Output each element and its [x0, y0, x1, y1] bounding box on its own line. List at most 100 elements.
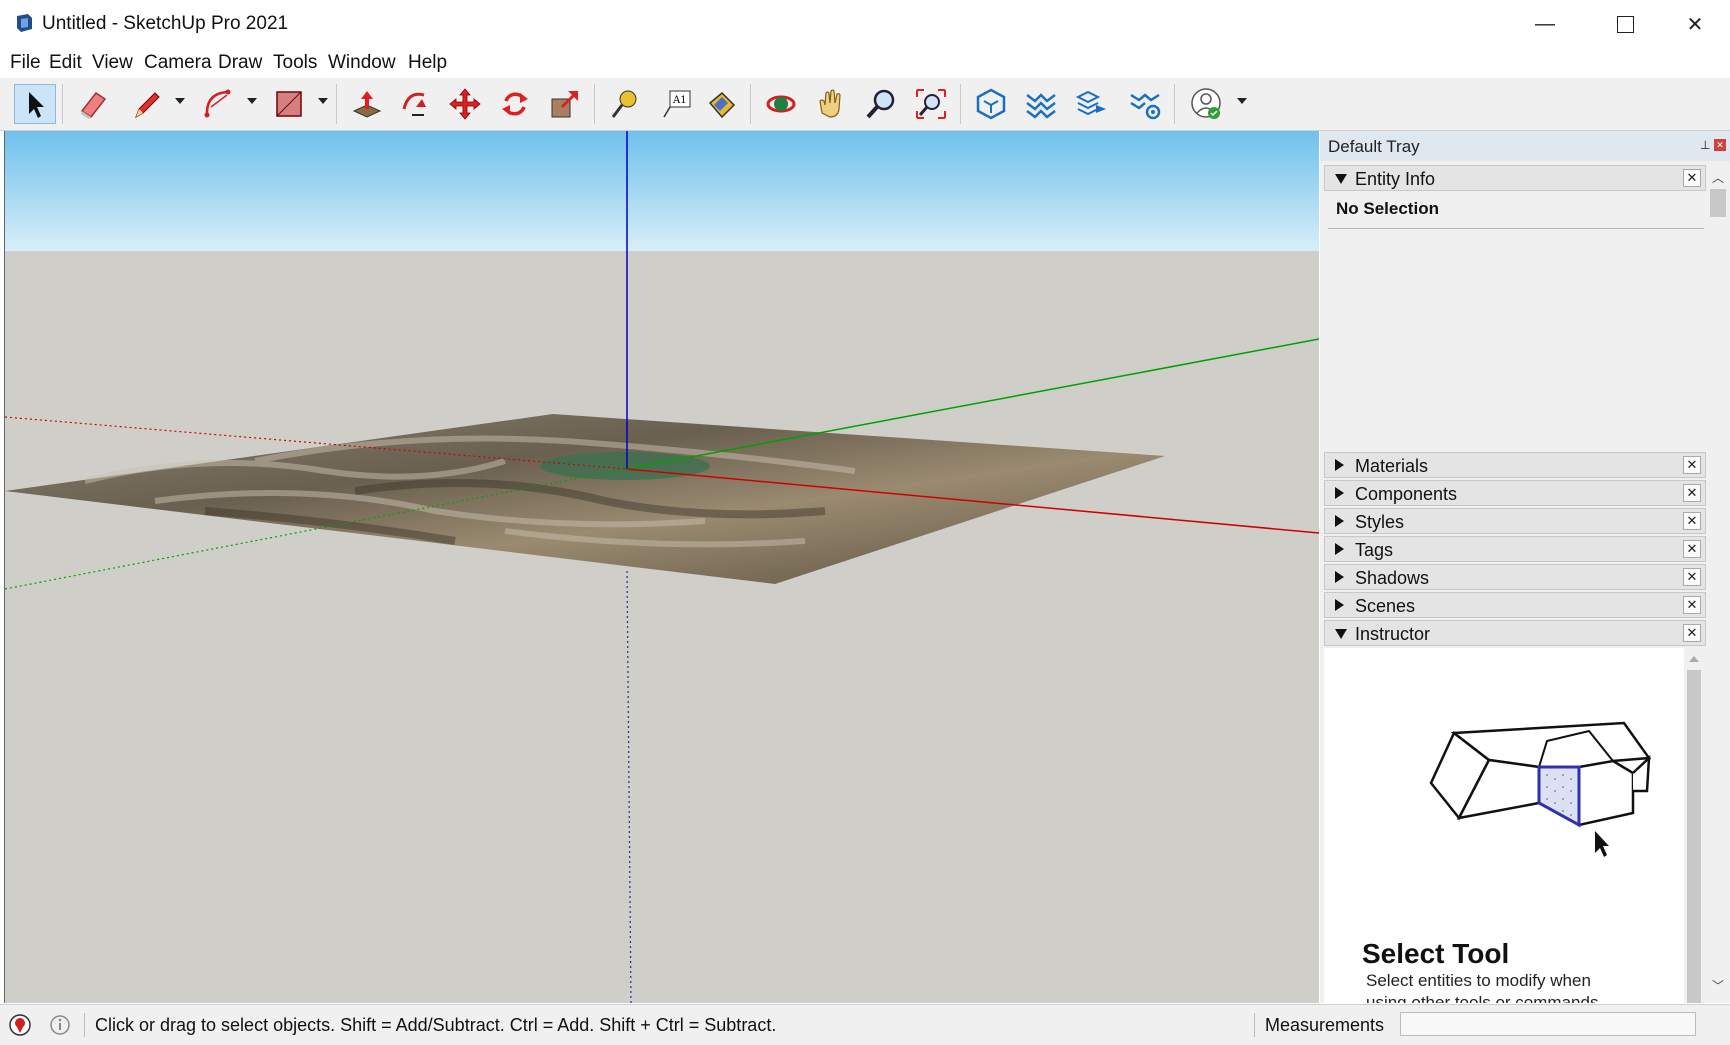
- measurements-input[interactable]: [1400, 1012, 1696, 1036]
- account-button[interactable]: [1186, 84, 1228, 124]
- menu-draw[interactable]: Draw: [218, 52, 262, 74]
- collapse-triangle-icon: [1335, 629, 1347, 639]
- styles-label: Styles: [1355, 512, 1405, 532]
- entity-info-panel-header[interactable]: Entity Info ✕: [1324, 165, 1706, 191]
- expand-triangle-icon: [1335, 459, 1344, 471]
- arrow-cursor-icon: [29, 92, 44, 118]
- line-tool-button[interactable]: [126, 84, 168, 124]
- push-pull-tool-button[interactable]: [346, 84, 388, 124]
- paint-bucket-tool-button[interactable]: [700, 84, 742, 124]
- menu-edit[interactable]: Edit: [49, 52, 82, 74]
- instructor-description-line2: using other tools or commands.: [1366, 993, 1604, 1003]
- toolbar: A1: [0, 78, 1730, 131]
- model-viewport[interactable]: [4, 131, 1319, 1003]
- geo-status-icon[interactable]: [8, 1013, 32, 1037]
- close-panel-icon[interactable]: ✕: [1683, 596, 1701, 614]
- shadows-panel-header[interactable]: Shadows ✕: [1324, 564, 1706, 590]
- tags-label: Tags: [1355, 540, 1394, 560]
- info-icon[interactable]: [49, 1014, 71, 1036]
- line-dropdown-chevron-icon[interactable]: [175, 98, 185, 104]
- rotate-icon: [502, 92, 528, 116]
- close-panel-icon[interactable]: ✕: [1683, 624, 1701, 642]
- pin-icon[interactable]: ⊥: [1700, 138, 1710, 152]
- account-dropdown-chevron-icon[interactable]: [1237, 98, 1247, 104]
- orbit-icon: [766, 95, 796, 113]
- minimize-button[interactable]: —: [1510, 0, 1580, 48]
- instructor-panel-header[interactable]: Instructor ✕: [1324, 620, 1706, 646]
- close-panel-icon[interactable]: ✕: [1683, 484, 1701, 502]
- menu-help[interactable]: Help: [408, 52, 447, 74]
- shape-dropdown-chevron-icon[interactable]: [318, 98, 328, 104]
- arc-tool-button[interactable]: [198, 84, 240, 124]
- follow-me-icon: [402, 92, 426, 116]
- geo-location-button[interactable]: [970, 84, 1012, 124]
- scene-canvas[interactable]: [5, 131, 1319, 1003]
- close-panel-icon[interactable]: ✕: [1683, 568, 1701, 586]
- add-location-button[interactable]: [1070, 84, 1112, 124]
- tape-measure-tool-button[interactable]: [604, 84, 646, 124]
- move-arrows-icon: [449, 88, 481, 120]
- orbit-tool-button[interactable]: [760, 84, 802, 124]
- tray-scrollbar[interactable]: ︿ ﹀: [1708, 165, 1728, 1003]
- text-tool-button[interactable]: A1: [654, 84, 696, 124]
- measurements-label: Measurements: [1265, 1015, 1385, 1035]
- terrain-button[interactable]: [1020, 84, 1062, 124]
- close-panel-icon[interactable]: ✕: [1683, 169, 1701, 187]
- close-panel-icon[interactable]: ✕: [1683, 512, 1701, 530]
- select-tool-button[interactable]: [14, 84, 56, 124]
- select-tool-illustration: [1429, 721, 1652, 857]
- arc-dropdown-chevron-icon[interactable]: [247, 98, 257, 104]
- instructor-scrollbar[interactable]: [1684, 648, 1704, 1003]
- shadows-label: Shadows: [1355, 568, 1430, 588]
- scenes-panel-header[interactable]: Scenes ✕: [1324, 592, 1706, 618]
- tray-title: Default Tray: [1328, 137, 1420, 156]
- status-bar: Click or drag to select objects. Shift =…: [0, 1004, 1730, 1045]
- scroll-thumb[interactable]: [1710, 189, 1726, 217]
- menu-view[interactable]: View: [92, 52, 133, 74]
- close-panel-icon[interactable]: ✕: [1683, 456, 1701, 474]
- shape-tool-button[interactable]: [268, 84, 310, 124]
- menu-camera[interactable]: Camera: [144, 52, 212, 74]
- close-window-button[interactable]: ✕: [1660, 0, 1730, 48]
- move-tool-button[interactable]: [444, 84, 486, 124]
- scroll-up-triangle-icon[interactable]: [1689, 656, 1699, 662]
- zoom-extents-icon: [916, 89, 946, 119]
- tray-close-icon[interactable]: ✕: [1714, 139, 1726, 151]
- pencil-icon: [135, 92, 160, 119]
- instructor-scroll-thumb[interactable]: [1687, 670, 1701, 1003]
- arc-icon: [204, 89, 231, 118]
- ground: [5, 251, 1319, 1003]
- status-message: Click or drag to select objects. Shift =…: [95, 1015, 777, 1035]
- user-account-icon: [1191, 88, 1221, 119]
- close-panel-icon[interactable]: ✕: [1683, 540, 1701, 558]
- svg-text:A1: A1: [672, 95, 687, 106]
- scroll-down-chevron-icon[interactable]: ﹀: [1712, 977, 1724, 994]
- push-pull-icon: [352, 91, 382, 118]
- components-panel-header[interactable]: Components ✕: [1324, 480, 1706, 506]
- entity-info-status: No Selection: [1336, 199, 1439, 218]
- zoom-tool-button[interactable]: [860, 84, 902, 124]
- expand-triangle-icon: [1335, 571, 1344, 583]
- follow-me-tool-button[interactable]: [394, 84, 436, 124]
- styles-panel-header[interactable]: Styles ✕: [1324, 508, 1706, 534]
- maximize-button[interactable]: [1590, 0, 1660, 48]
- menu-tools[interactable]: Tools: [273, 52, 317, 74]
- tags-panel-header[interactable]: Tags ✕: [1324, 536, 1706, 562]
- tape-measure-icon: [611, 90, 637, 118]
- scroll-up-chevron-icon[interactable]: ︿: [1712, 169, 1724, 186]
- pan-tool-button[interactable]: [810, 84, 852, 124]
- scale-icon: [551, 91, 578, 118]
- rotate-tool-button[interactable]: [494, 84, 536, 124]
- location-settings-button[interactable]: [1124, 84, 1166, 124]
- scale-tool-button[interactable]: [544, 84, 586, 124]
- menu-window[interactable]: Window: [328, 52, 396, 74]
- menu-bar: File Edit View Camera Draw Tools Window …: [0, 48, 1730, 78]
- menu-file[interactable]: File: [10, 52, 41, 74]
- eraser-tool-button[interactable]: [72, 84, 114, 124]
- instructor-description-line1: Select entities to modify when: [1366, 971, 1591, 990]
- eraser-icon: [80, 91, 107, 119]
- materials-panel-header[interactable]: Materials ✕: [1324, 452, 1706, 478]
- window-title: Untitled - SketchUp Pro 2021: [42, 13, 289, 34]
- expand-triangle-icon: [1335, 487, 1344, 499]
- zoom-extents-tool-button[interactable]: [910, 84, 952, 124]
